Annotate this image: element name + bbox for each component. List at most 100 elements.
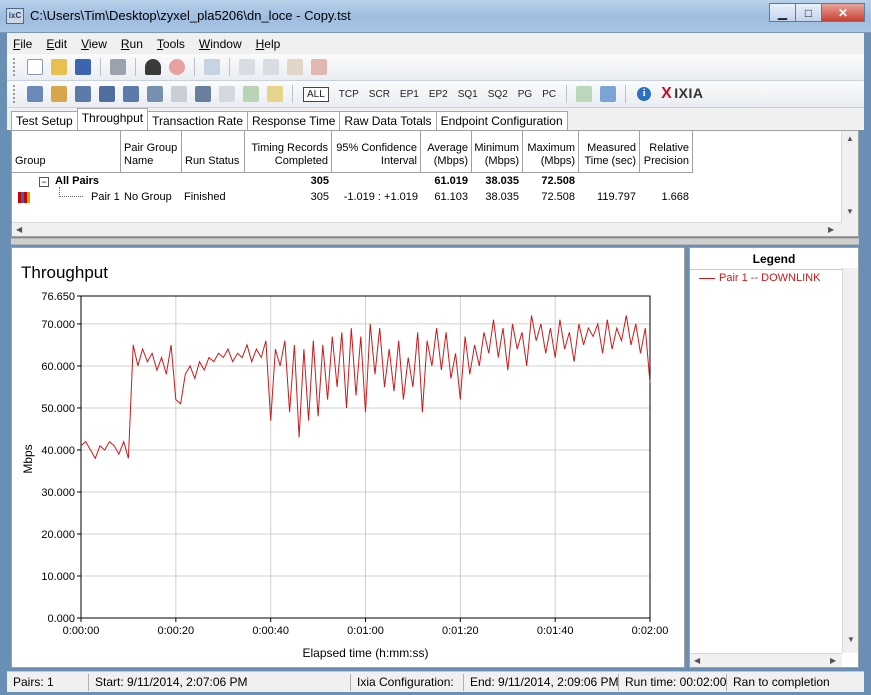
col-header-measured-time[interactable]: Measured Time (sec) [579,131,640,173]
x-tick-label: 0:02:00 [632,625,669,637]
col-header-maximum[interactable]: Maximum (Mbps) [523,131,579,173]
cut-icon[interactable] [239,59,255,75]
filter-scr-button[interactable]: SCR [369,89,390,100]
window-controls: ▁ □ ✕ [769,3,865,22]
filter-sq1-button[interactable]: SQ1 [458,89,478,100]
sort-icon[interactable] [267,86,283,102]
add-pair-icon[interactable] [27,86,43,102]
cell-average: 61.103 [434,191,468,203]
table-row-all-pairs[interactable]: − All Pairs 305 61.019 38.035 72.508 [12,174,842,190]
disabled-tool-icon [243,86,259,102]
x-axis-label: Elapsed time (h:mm:ss) [302,646,428,660]
export-icon[interactable] [576,86,593,102]
menu-help[interactable]: Help [256,37,281,51]
y-tick-label: 40.000 [41,445,75,457]
col-header-timing-records[interactable]: Timing Records Completed [245,131,332,173]
scroll-down-icon[interactable]: ▼ [846,207,854,216]
filter-tcp-button[interactable]: TCP [339,89,359,100]
legend-horizontal-scrollbar[interactable]: ◀ ▶ [690,653,842,667]
scroll-right-icon[interactable]: ▶ [830,656,836,665]
table-row-pair-1[interactable]: Pair 1 No Group Finished 305 -1.019 : +1… [12,187,842,206]
scroll-left-icon[interactable]: ◀ [16,225,22,234]
throughput-chart-panel: Throughput 0.000 10.000 20.000 30.000 40.000… [11,247,685,668]
filter-pc-button[interactable]: PC [542,89,556,100]
scroll-up-icon[interactable]: ▲ [846,134,854,143]
pane-splitter[interactable] [11,238,859,245]
grid-vertical-scrollbar[interactable]: ▲ ▼ [841,131,858,236]
cell-run-status: Finished [184,191,226,203]
filter-pg-button[interactable]: PG [518,89,532,100]
y-tick-label: 10.000 [41,571,75,583]
save-icon[interactable] [75,59,91,75]
new-file-icon[interactable] [27,59,43,75]
info-icon[interactable]: i [637,87,652,101]
maximize-button[interactable]: □ [795,3,822,22]
col-header-confidence[interactable]: 95% Confidence Interval [332,131,421,173]
filter-sq2-button[interactable]: SQ2 [488,89,508,100]
filter-ep1-button[interactable]: EP1 [400,89,419,100]
menu-edit[interactable]: Edit [46,37,67,51]
tab-throughput[interactable]: Throughput [76,108,149,130]
ixia-logo-text: IXIA [674,85,704,101]
tab-raw-data-totals[interactable]: Raw Data Totals [339,111,437,130]
menu-view[interactable]: View [81,37,107,51]
cell-minimum: 38.035 [485,191,519,203]
edit-script-icon[interactable] [171,86,187,102]
print-icon[interactable] [110,59,126,75]
filter-ep2-button[interactable]: EP2 [429,89,448,100]
col-header-run-status[interactable]: Run Status [182,131,245,173]
menu-run[interactable]: Run [121,37,143,51]
scroll-left-icon[interactable]: ◀ [694,656,700,665]
menu-window[interactable]: Window [199,37,242,51]
y-tick-label: 70.000 [41,319,75,331]
minimize-button[interactable]: ▁ [769,3,796,22]
run-icon[interactable] [145,59,161,75]
col-header-pair-group-name[interactable]: Pair Group Name [121,131,182,173]
menu-file[interactable]: File [13,37,32,51]
stop-icon[interactable] [169,59,185,75]
paste-icon[interactable] [287,59,303,75]
legend-item-pair-1[interactable]: Pair 1 -- DOWNLINK [699,272,820,284]
script-icon[interactable] [147,86,163,102]
copy-icon[interactable] [263,59,279,75]
col-header-relative-precision[interactable]: Relative Precision [640,131,693,173]
edit-pair-icon[interactable] [75,86,91,102]
cell-group: All Pairs [55,175,100,187]
collapse-toggle[interactable]: − [39,177,49,187]
report-icon[interactable] [600,86,617,102]
cell-confidence: -1.019 : +1.019 [343,191,418,203]
y-tick-label: 50.000 [41,403,75,415]
pair-toolbar: ALL TCP SCR EP1 EP2 SQ1 SQ2 PG PC i X IXI… [7,81,864,108]
grid-horizontal-scrollbar[interactable]: ◀ ▶ [12,222,842,236]
cell-average: 61.019 [434,175,468,187]
toolbar-grip[interactable] [13,85,17,103]
close-button[interactable]: ✕ [821,3,865,22]
legend-vertical-scrollbar[interactable]: ▼ [842,268,858,653]
status-pairs: Pairs: 1 [7,673,89,691]
add-multicast-icon[interactable] [51,86,67,102]
col-header-group[interactable]: Group [12,131,121,173]
menu-tools[interactable]: Tools [157,37,185,51]
tree-connector [59,187,83,197]
open-folder-icon[interactable] [51,59,67,75]
endpoint-icon[interactable] [123,86,139,102]
tab-response-time[interactable]: Response Time [247,111,341,130]
tab-test-setup[interactable]: Test Setup [11,111,78,130]
toolbar-separator [625,85,627,103]
scroll-right-icon[interactable]: ▶ [828,225,834,234]
tab-transaction-rate[interactable]: Transaction Rate [147,111,249,130]
scroll-down-icon[interactable]: ▼ [847,635,855,644]
status-bar: Pairs: 1 Start: 9/11/2014, 2:07:06 PM Ix… [7,671,864,692]
col-header-average[interactable]: Average (Mbps) [421,131,472,173]
options-icon[interactable] [195,86,211,102]
filter-all-button[interactable]: ALL [303,86,329,102]
refresh-icon[interactable] [204,59,220,75]
toolbar-grip[interactable] [13,58,17,76]
cell-relative-precision: 1.668 [661,191,689,203]
network-icon[interactable] [99,86,115,102]
cell-records: 305 [310,191,329,203]
ixia-logo: X IXIA [661,85,703,103]
col-header-minimum[interactable]: Minimum (Mbps) [472,131,523,173]
delete-icon[interactable] [311,59,327,75]
tab-endpoint-configuration[interactable]: Endpoint Configuration [435,111,568,130]
